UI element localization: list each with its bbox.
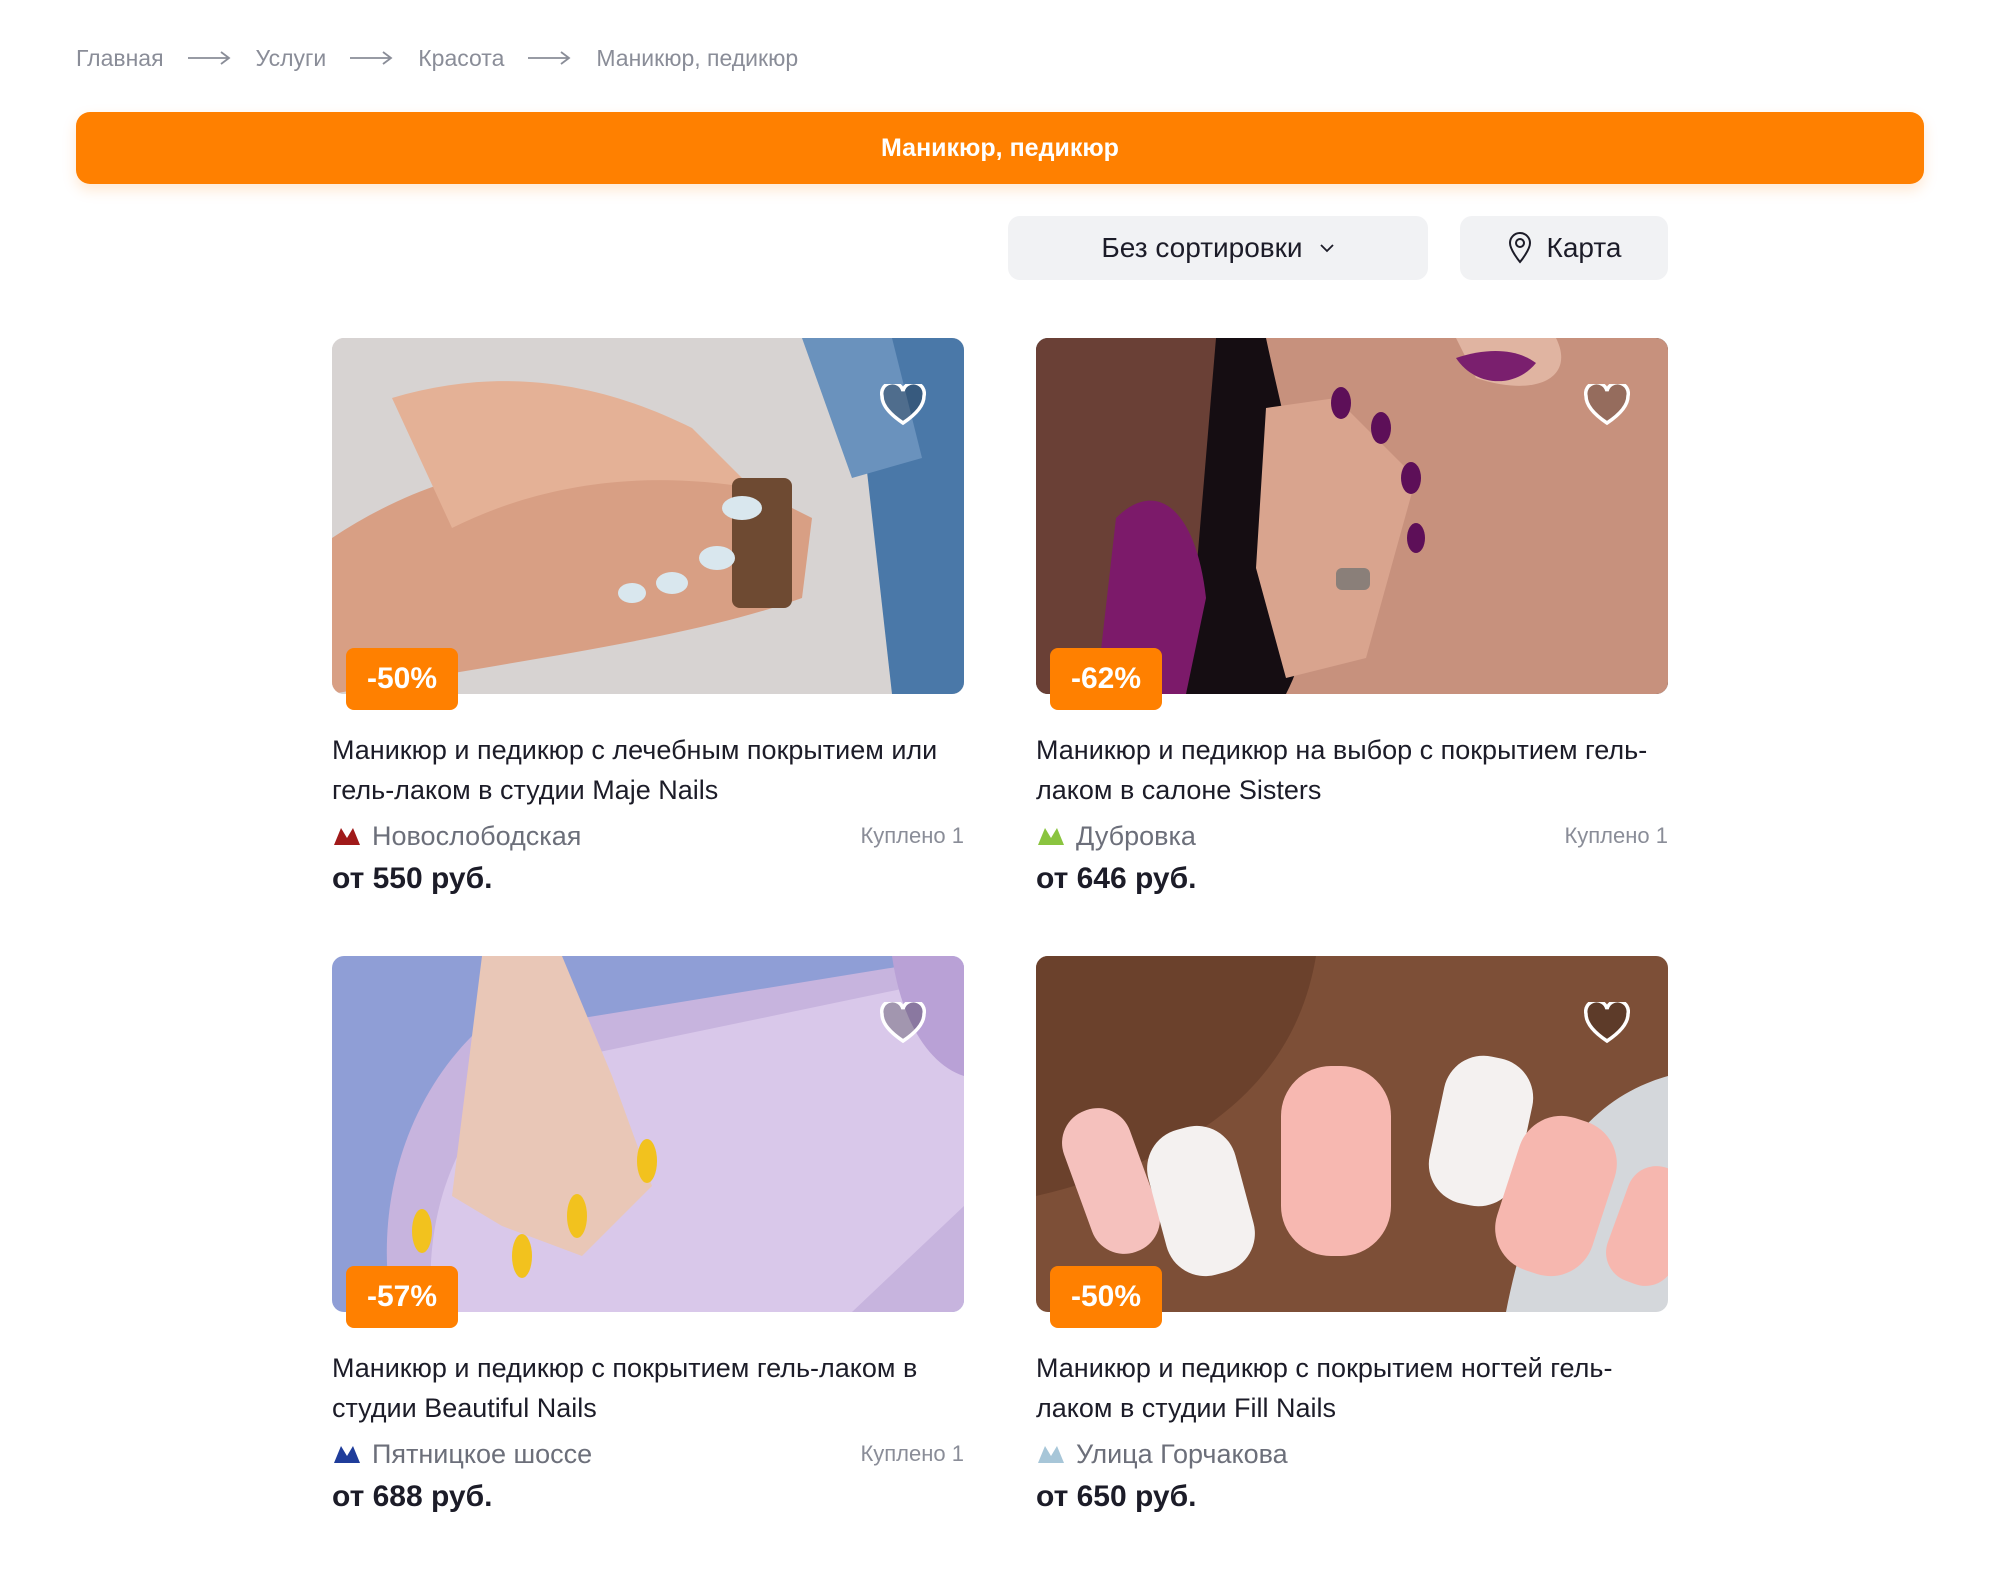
breadcrumb-beauty[interactable]: Красота (418, 45, 504, 72)
discount-badge: -50% (346, 648, 458, 710)
deal-price: от 646 руб. (1036, 862, 1197, 895)
deal-card[interactable]: -62% Маникюр и педикюр на выбор с покрыт… (1036, 338, 1668, 896)
metro-station: Улица Горчакова (1036, 1439, 1288, 1470)
deal-image[interactable]: -62% (1036, 338, 1668, 710)
heart-icon[interactable] (1584, 384, 1630, 426)
deal-image[interactable]: -57% (332, 956, 964, 1328)
deal-photo (1036, 956, 1668, 1312)
metro-station: Пятницкое шоссе (332, 1439, 592, 1470)
deal-photo (332, 338, 964, 694)
discount-badge: -62% (1050, 648, 1162, 710)
deal-image[interactable]: -50% (1036, 956, 1668, 1328)
arrow-right-icon (187, 51, 231, 65)
metro-station: Новослободская (332, 821, 581, 852)
category-title-bar: Маникюр, педикюр (76, 112, 1924, 184)
deal-card[interactable]: -50% Маникюр и педикюр с лечебным покрыт… (332, 338, 964, 896)
metro-icon (1038, 828, 1064, 845)
discount-badge: -57% (346, 1266, 458, 1328)
deal-title[interactable]: Маникюр и педикюр на выбор с покрытием г… (1036, 730, 1668, 810)
page-title: Маникюр, педикюр (881, 133, 1119, 162)
breadcrumb: Главная Услуги Красота Маникюр, педикюр (76, 40, 798, 76)
bought-count: Куплено 1 (1564, 823, 1668, 848)
map-button[interactable]: Карта (1460, 216, 1668, 280)
deal-title[interactable]: Маникюр и педикюр с лечебным покрытием и… (332, 730, 964, 810)
heart-icon[interactable] (880, 1002, 926, 1044)
metro-name: Дубровка (1076, 820, 1196, 851)
heart-icon[interactable] (1584, 1002, 1630, 1044)
breadcrumb-current: Маникюр, педикюр (596, 44, 799, 71)
metro-icon (334, 1446, 360, 1463)
breadcrumb-services[interactable]: Услуги (256, 45, 327, 72)
sort-dropdown[interactable]: Без сортировки (1008, 216, 1428, 280)
discount-badge: -50% (1050, 1266, 1162, 1328)
map-pin-icon (1508, 232, 1531, 264)
deal-title[interactable]: Маникюр и педикюр с покрытием гель-лаком… (332, 1348, 964, 1428)
heart-icon[interactable] (880, 384, 926, 426)
metro-name: Новослободская (372, 820, 582, 851)
deal-image[interactable]: -50% (332, 338, 964, 710)
sort-label: Без сортировки (1101, 232, 1303, 263)
arrow-right-icon (528, 51, 571, 65)
metro-icon (1038, 1446, 1064, 1463)
arrow-right-icon (350, 51, 393, 65)
deal-price: от 688 руб. (332, 1480, 493, 1513)
metro-name: Улица Горчакова (1076, 1438, 1288, 1469)
deal-price: от 550 руб. (332, 862, 493, 895)
bought-count: Куплено 1 (860, 1441, 964, 1466)
deal-photo (1036, 338, 1668, 694)
deal-title[interactable]: Маникюр и педикюр с покрытием ногтей гел… (1036, 1348, 1668, 1428)
metro-icon (334, 828, 360, 845)
chevron-down-icon (1319, 244, 1334, 253)
metro-name: Пятницкое шоссе (372, 1438, 593, 1469)
bought-count: Куплено 1 (860, 823, 964, 848)
metro-station: Дубровка (1036, 821, 1196, 852)
deal-card[interactable]: -50% Маникюр и педикюр с покрытием ногте… (1036, 956, 1668, 1514)
breadcrumb-home[interactable]: Главная (76, 45, 164, 72)
deal-card[interactable]: -57% Маникюр и педикюр с покрытием гель-… (332, 956, 964, 1514)
deal-photo (332, 956, 964, 1312)
map-label: Карта (1546, 232, 1622, 263)
deal-price: от 650 руб. (1036, 1480, 1197, 1513)
